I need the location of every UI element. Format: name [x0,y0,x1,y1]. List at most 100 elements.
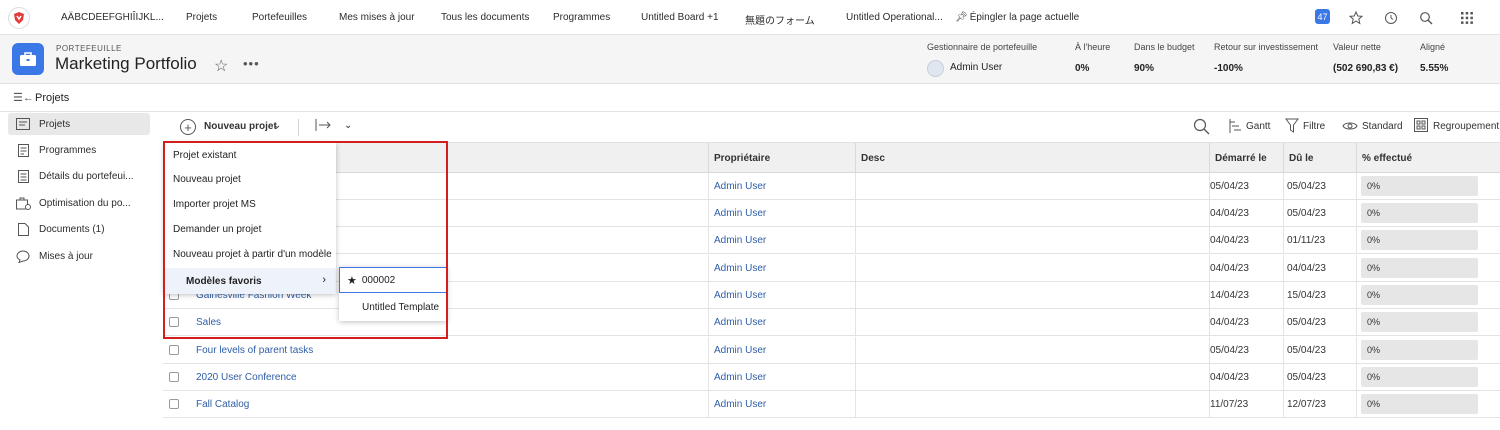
eye-icon[interactable] [1342,118,1358,135]
sidebar-item-projects[interactable]: Projets [8,113,150,135]
new-project-button[interactable]: Nouveau projet [204,121,277,132]
table-row[interactable]: Fall Catalog Admin User 11/07/23 12/07/23 0% [163,391,1500,418]
add-icon[interactable]: + [180,119,196,135]
owner-link[interactable]: Admin User [714,181,766,192]
start-date-cell: 14/04/23 [1210,290,1249,301]
menu-item-new-project[interactable]: Nouveau projet [164,167,336,192]
metric-roi-label: Retour sur investissement [1214,42,1319,52]
favorite-templates-label: Modèles favoris [186,275,262,287]
table-row[interactable]: Admin User 04/04/23 05/04/23 0% [163,200,1500,227]
column-divider [1283,391,1284,418]
grouping-button[interactable]: Regroupement [1433,121,1499,132]
metric-manager-value[interactable]: Admin User [950,62,1002,73]
submenu-item-template-000002[interactable]: ★ 000002 [339,267,447,293]
row-checkbox[interactable] [169,317,179,327]
apps-grid-icon[interactable] [1458,9,1476,27]
column-header-start[interactable]: Démarré le [1215,153,1267,164]
collapse-panel-icon[interactable]: ☰← [13,91,34,104]
project-name-link[interactable]: Fall Catalog [196,399,249,410]
owner-link[interactable]: Admin User [714,317,766,328]
column-header-desc[interactable]: Desc [861,153,885,164]
submenu-item-untitled-template[interactable]: Untitled Template [339,294,447,320]
sidebar-item-label: Mises à jour [39,250,93,262]
column-header-due[interactable]: Dû le [1289,153,1313,164]
history-icon[interactable] [1382,9,1400,27]
sidebar-item-documents[interactable]: Documents (1) [8,218,150,240]
column-header-percent-complete[interactable]: % effectué [1362,153,1412,164]
menu-item-favorite-templates[interactable]: Modèles favoris › [164,268,336,294]
filter-icon[interactable] [1285,118,1299,136]
chevron-down-icon[interactable]: ⌄ [344,120,352,131]
sidebar-item-programs[interactable]: Programmes [8,139,150,161]
column-divider [855,173,856,200]
percent-complete-bar: 0% [1361,203,1478,223]
start-date-cell: 04/04/23 [1210,235,1249,246]
search-icon[interactable] [1417,9,1435,27]
table-row[interactable]: Four levels of parent tasks Admin User 05/… [163,337,1500,364]
metric-roi-value: -100% [1214,63,1243,74]
app-logo-icon[interactable] [8,7,30,29]
nav-item-programs[interactable]: Programmes [553,12,610,23]
grouping-icon[interactable] [1414,118,1428,135]
nav-item-my-updates[interactable]: Mes mises à jour [339,12,415,23]
nav-item-recent[interactable]: AÄBCDEEFGHIÎIJKL... [61,12,164,23]
row-checkbox[interactable] [169,399,179,409]
table-row[interactable]: 2020 User Conference Admin User 04/04/23 05… [163,364,1500,391]
column-divider [1283,200,1284,227]
documents-icon [15,221,31,237]
menu-item-project-from-template[interactable]: Nouveau projet à partir d'un modèle [164,242,336,267]
filter-button[interactable]: Filtre [1303,121,1325,132]
menu-item-existing-project[interactable]: Projet existant [164,143,336,168]
owner-link[interactable]: Admin User [714,263,766,274]
nav-item-untitled-form[interactable]: 無題のフォーム [745,12,815,27]
menu-item-request-project[interactable]: Demander un projet [164,217,336,242]
more-options-icon[interactable]: ••• [243,56,260,71]
pin-page-button[interactable]: 📌︎ Épingler la page actuelle [955,12,1079,23]
nav-item-projects[interactable]: Projets [186,12,217,23]
row-checkbox[interactable] [169,345,179,355]
owner-link[interactable]: Admin User [714,208,766,219]
metric-on-budget-value: 90% [1134,63,1155,74]
sidebar-item-optimization[interactable]: Optimisation du po... [8,192,150,214]
column-divider [855,364,856,391]
notifications-badge[interactable]: 47 [1315,9,1330,24]
project-name-link[interactable]: 2020 User Conference [196,372,297,383]
nav-item-untitled-board[interactable]: Untitled Board +1 [641,12,719,23]
column-divider [1283,227,1284,254]
table-row[interactable]: Admin User 04/04/23 01/11/23 0% [163,227,1500,254]
owner-link[interactable]: Admin User [714,235,766,246]
nav-item-all-documents[interactable]: Tous les documents [441,12,529,23]
percent-complete-value: 0% [1367,208,1381,218]
row-checkbox[interactable] [169,372,179,382]
search-icon[interactable] [1193,118,1210,138]
project-name-link[interactable]: Four levels of parent tasks [196,345,313,356]
view-selector-button[interactable]: Standard [1362,121,1403,132]
column-header-owner[interactable]: Propriétaire [714,153,770,164]
favorite-star-icon[interactable]: ☆ [214,56,228,76]
sidebar-item-updates[interactable]: Mises à jour [8,245,150,267]
owner-link[interactable]: Admin User [714,345,766,356]
column-divider [855,227,856,254]
favorites-star-icon[interactable] [1347,9,1365,27]
column-divider [1356,173,1357,200]
owner-link[interactable]: Admin User [714,399,766,410]
project-name-link[interactable]: Sales [196,317,221,328]
menu-item-import-ms-project[interactable]: Importer projet MS [164,192,336,217]
table-header: Propriétaire Desc Démarré le Dû le % eff… [163,142,1500,173]
table-row[interactable]: Admin User 05/04/23 05/04/23 0% [163,173,1500,200]
export-icon[interactable] [315,118,333,135]
percent-complete-bar: 0% [1361,230,1478,250]
chevron-down-icon[interactable]: ⌄ [273,120,281,131]
optimization-icon [15,195,31,211]
gantt-button[interactable]: Gantt [1246,121,1270,132]
owner-link[interactable]: Admin User [714,372,766,383]
nav-item-untitled-operational[interactable]: Untitled Operational... [846,12,943,23]
column-divider [708,173,709,200]
sidebar-item-portfolio-details[interactable]: Détails du portefeui... [8,165,150,187]
gantt-icon[interactable] [1228,118,1242,137]
chevron-right-icon: › [322,274,326,286]
nav-item-portfolios[interactable]: Portefeuilles [252,12,307,23]
owner-link[interactable]: Admin User [714,290,766,301]
percent-complete-bar: 0% [1361,312,1478,332]
percent-complete-bar: 0% [1361,367,1478,387]
